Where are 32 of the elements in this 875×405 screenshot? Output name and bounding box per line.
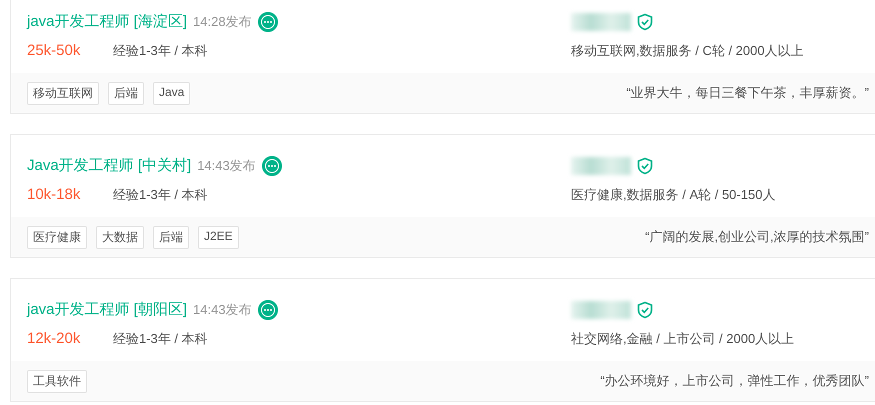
job-tag[interactable]: 工具软件 <box>27 370 87 392</box>
job-tag[interactable]: 移动互联网 <box>27 82 99 104</box>
job-requirements: 经验1-3年 / 本科 <box>113 42 208 60</box>
company-info: 移动互联网,数据服务 / C轮 / 2000人以上 <box>571 42 804 60</box>
chat-icon[interactable] <box>262 156 282 176</box>
company-info: 医疗健康,数据服务 / A轮 / 50-150人 <box>571 186 776 204</box>
company-info: 社交网络,金融 / 上市公司 / 2000人以上 <box>571 330 794 348</box>
post-time: 14:28发布 <box>193 12 252 30</box>
job-tag[interactable]: J2EE <box>198 226 239 248</box>
verified-shield-icon <box>637 300 653 318</box>
blurred-company-name <box>571 156 631 174</box>
company-slogan: “广阔的发展,创业公司,浓厚的技术氛围” <box>645 228 869 246</box>
chat-icon[interactable] <box>258 300 278 320</box>
job-requirements: 经验1-3年 / 本科 <box>113 330 208 348</box>
salary: 10k-18k <box>27 186 82 203</box>
company-slogan: “办公环境好，上市公司，弹性工作，优秀团队” <box>600 372 869 390</box>
chat-icon[interactable] <box>258 12 278 32</box>
salary: 25k-50k <box>27 42 82 59</box>
job-tag[interactable]: 后端 <box>153 226 189 248</box>
job-requirements: 经验1-3年 / 本科 <box>113 186 208 204</box>
verified-shield-icon <box>637 156 653 174</box>
verified-shield-icon <box>637 12 653 30</box>
job-tag[interactable]: 大数据 <box>96 226 144 248</box>
company-slogan: “业界大牛，每日三餐下午茶，丰厚薪资。” <box>626 84 869 102</box>
blurred-company-name <box>571 300 631 318</box>
job-tag[interactable]: Java <box>153 82 190 104</box>
job-tag[interactable]: 医疗健康 <box>27 226 87 248</box>
post-time: 14:43发布 <box>193 300 252 318</box>
post-time: 14:43发布 <box>197 156 256 174</box>
job-tag[interactable]: 后端 <box>108 82 144 104</box>
salary: 12k-20k <box>27 330 82 347</box>
blurred-company-name <box>571 12 631 30</box>
